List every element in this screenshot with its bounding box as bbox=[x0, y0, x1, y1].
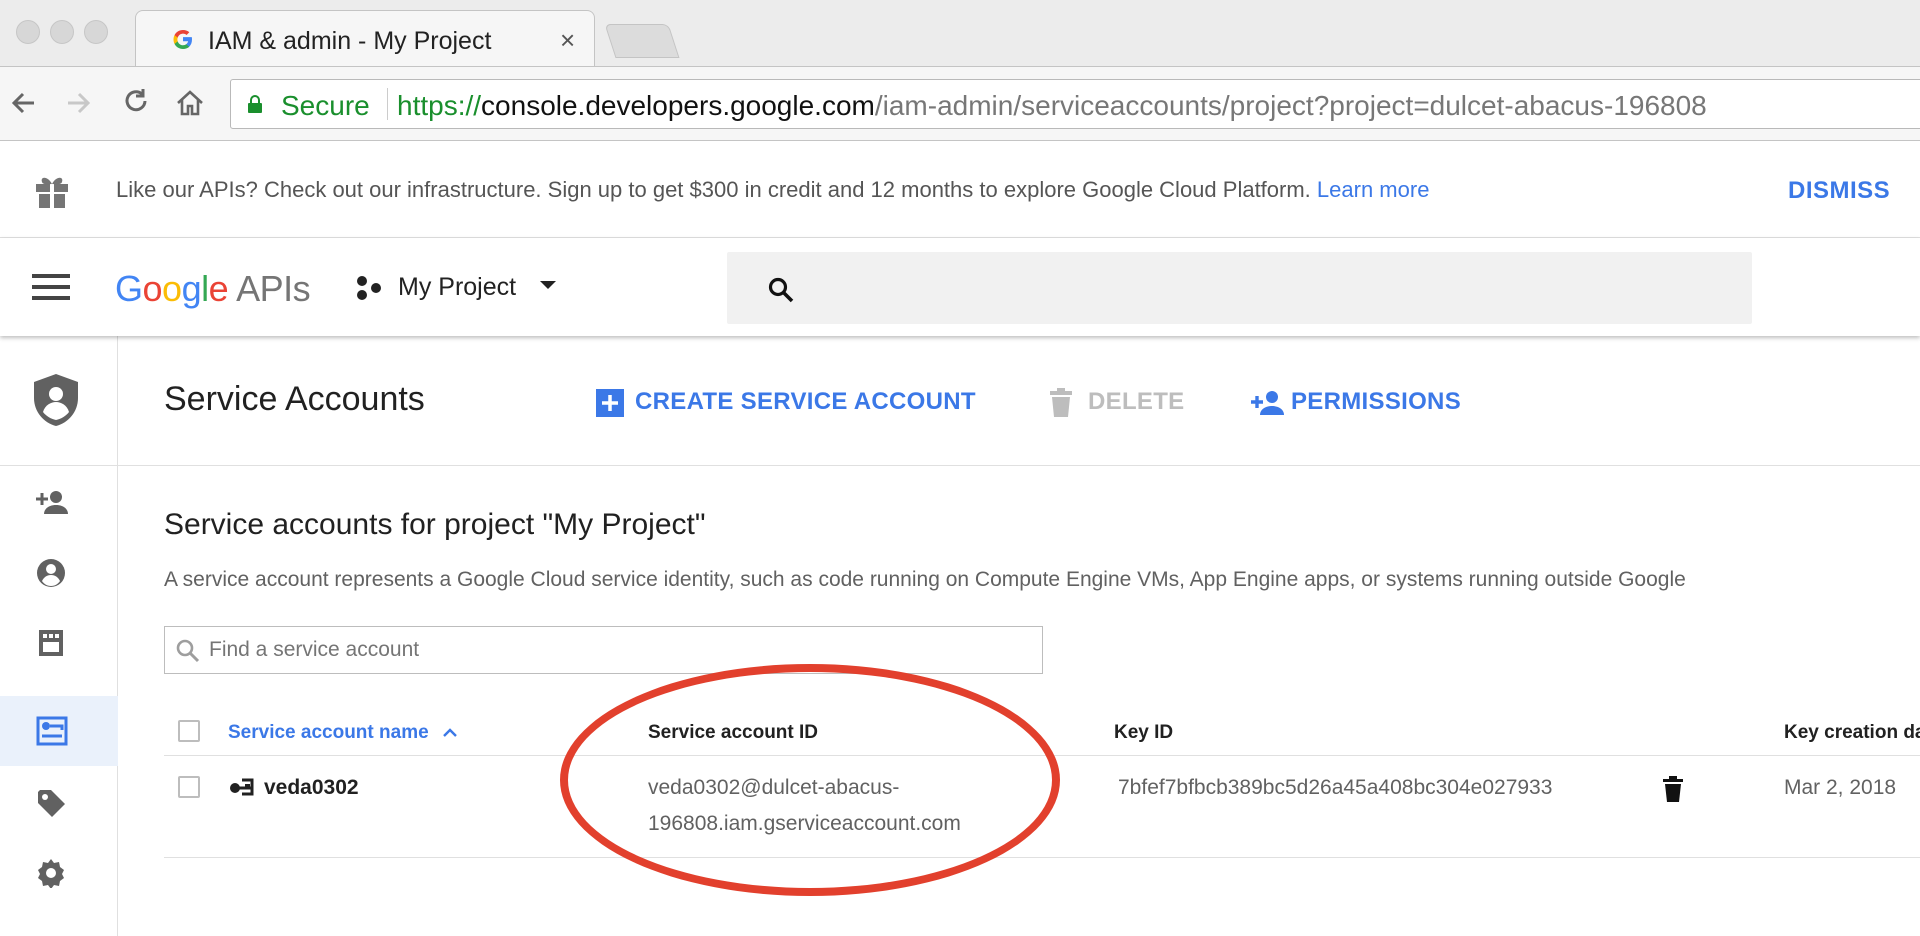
app-header: Google APIs My Project bbox=[0, 238, 1920, 336]
search-icon bbox=[176, 639, 200, 663]
browser-chrome: IAM & admin - My Project × Secure https:… bbox=[0, 0, 1920, 141]
close-window-button[interactable] bbox=[16, 20, 40, 44]
new-tab-button[interactable] bbox=[604, 24, 680, 58]
row-checkbox[interactable] bbox=[178, 776, 200, 798]
address-bar[interactable]: Secure https://console.developers.google… bbox=[230, 79, 1920, 129]
row-key-id: 7bfef7bfbcb389bc5d26a45a408bc304e027933 bbox=[1118, 776, 1553, 799]
forward-icon[interactable] bbox=[60, 85, 96, 121]
add-box-icon bbox=[596, 389, 624, 417]
browser-tab-active[interactable]: IAM & admin - My Project × bbox=[135, 10, 595, 66]
section-description: A service account represents a Google Cl… bbox=[164, 568, 1686, 591]
promo-message: Like our APIs? Check out our infrastruct… bbox=[116, 177, 1311, 202]
search-input[interactable] bbox=[727, 252, 1752, 324]
filter-input[interactable] bbox=[209, 635, 1029, 665]
add-person-icon bbox=[1251, 391, 1284, 415]
page-title: Service Accounts bbox=[164, 380, 425, 418]
page-header: Service Accounts CREATE SERVICE ACCOUNT … bbox=[118, 336, 1920, 466]
url-path: /iam-admin/serviceaccounts/project?proje… bbox=[874, 90, 1707, 121]
column-header-key-date: Key creation date bbox=[1784, 722, 1920, 743]
section-title: Service accounts for project "My Project… bbox=[164, 508, 706, 541]
trash-icon bbox=[1050, 388, 1072, 417]
learn-more-link[interactable]: Learn more bbox=[1317, 177, 1430, 202]
logo-apis: APIs bbox=[236, 268, 311, 309]
back-icon[interactable] bbox=[6, 85, 42, 121]
main-content: Service Accounts CREATE SERVICE ACCOUNT … bbox=[118, 336, 1920, 936]
select-all-checkbox[interactable] bbox=[178, 720, 200, 742]
reload-icon[interactable] bbox=[118, 85, 154, 121]
tab-close-button[interactable]: × bbox=[560, 25, 575, 56]
account-icon bbox=[37, 559, 65, 587]
label-icon bbox=[38, 790, 65, 817]
audit-icon bbox=[39, 630, 63, 656]
service-account-icon bbox=[230, 778, 254, 796]
row-id-line2: 196808.iam.gserviceaccount.com bbox=[648, 812, 961, 835]
chevron-down-icon bbox=[540, 281, 556, 289]
zoom-window-button[interactable] bbox=[84, 20, 108, 44]
url-text: https://console.developers.google.com/ia… bbox=[397, 90, 1707, 122]
service-account-icon bbox=[36, 716, 68, 746]
column-header-key-id: Key ID bbox=[1114, 722, 1174, 743]
table-row[interactable]: veda0302 veda0302@dulcet-abacus- 196808.… bbox=[164, 756, 1920, 858]
delete-label: DELETE bbox=[1088, 388, 1185, 415]
iam-section-header bbox=[0, 336, 118, 466]
gift-icon bbox=[36, 177, 68, 208]
sidebar-item-iam[interactable] bbox=[0, 468, 118, 538]
row-name[interactable]: veda0302 bbox=[264, 776, 359, 800]
home-icon[interactable] bbox=[172, 85, 208, 121]
row-id-line1: veda0302@dulcet-abacus- bbox=[648, 776, 900, 799]
shield-icon bbox=[34, 374, 78, 426]
column-header-name[interactable]: Service account name bbox=[228, 722, 458, 744]
promo-text: Like our APIs? Check out our infrastruct… bbox=[116, 177, 1429, 203]
promo-banner: Like our APIs? Check out our infrastruct… bbox=[0, 141, 1920, 238]
minimize-window-button[interactable] bbox=[50, 20, 74, 44]
sidebar-item-audit-logs[interactable] bbox=[0, 608, 118, 678]
find-service-account-field[interactable] bbox=[164, 626, 1043, 674]
sort-arrow-icon bbox=[443, 728, 457, 737]
secure-label: Secure bbox=[281, 90, 370, 121]
google-g-icon bbox=[173, 30, 192, 49]
search-icon bbox=[768, 277, 794, 303]
left-nav-rail bbox=[0, 336, 118, 936]
permissions-label: PERMISSIONS bbox=[1291, 388, 1461, 415]
sidebar-item-labels[interactable] bbox=[0, 768, 118, 838]
sidebar-item-settings[interactable] bbox=[0, 838, 118, 908]
column-header-id: Service account ID bbox=[648, 722, 819, 743]
logo-google: Google bbox=[115, 268, 229, 309]
url-scheme: https:// bbox=[397, 90, 482, 121]
sidebar-item-identity[interactable] bbox=[0, 538, 118, 608]
tab-title: IAM & admin - My Project bbox=[208, 27, 492, 55]
create-label: CREATE SERVICE ACCOUNT bbox=[635, 388, 976, 415]
row-service-account-id: veda0302@dulcet-abacus- 196808.iam.gserv… bbox=[648, 770, 961, 842]
browser-toolbar: Secure https://console.developers.google… bbox=[0, 66, 1920, 141]
google-apis-logo[interactable]: Google APIs bbox=[115, 268, 311, 310]
lock-icon bbox=[248, 95, 262, 113]
sidebar-item-service-accounts[interactable] bbox=[0, 696, 118, 766]
url-divider bbox=[387, 88, 388, 120]
url-host: console.developers.google.com bbox=[481, 90, 875, 121]
hamburger-icon[interactable] bbox=[32, 274, 70, 302]
trash-icon[interactable] bbox=[1662, 776, 1684, 802]
settings-icon bbox=[38, 859, 64, 888]
project-icon bbox=[357, 276, 381, 300]
table-header: Service account name Service account ID … bbox=[164, 706, 1920, 756]
row-key-date: Mar 2, 2018 bbox=[1784, 776, 1897, 799]
column-header-name-label: Service account name bbox=[228, 722, 429, 743]
dismiss-button[interactable]: DISMISS bbox=[1788, 177, 1890, 205]
add-person-icon bbox=[36, 491, 68, 514]
project-name: My Project bbox=[398, 273, 517, 301]
